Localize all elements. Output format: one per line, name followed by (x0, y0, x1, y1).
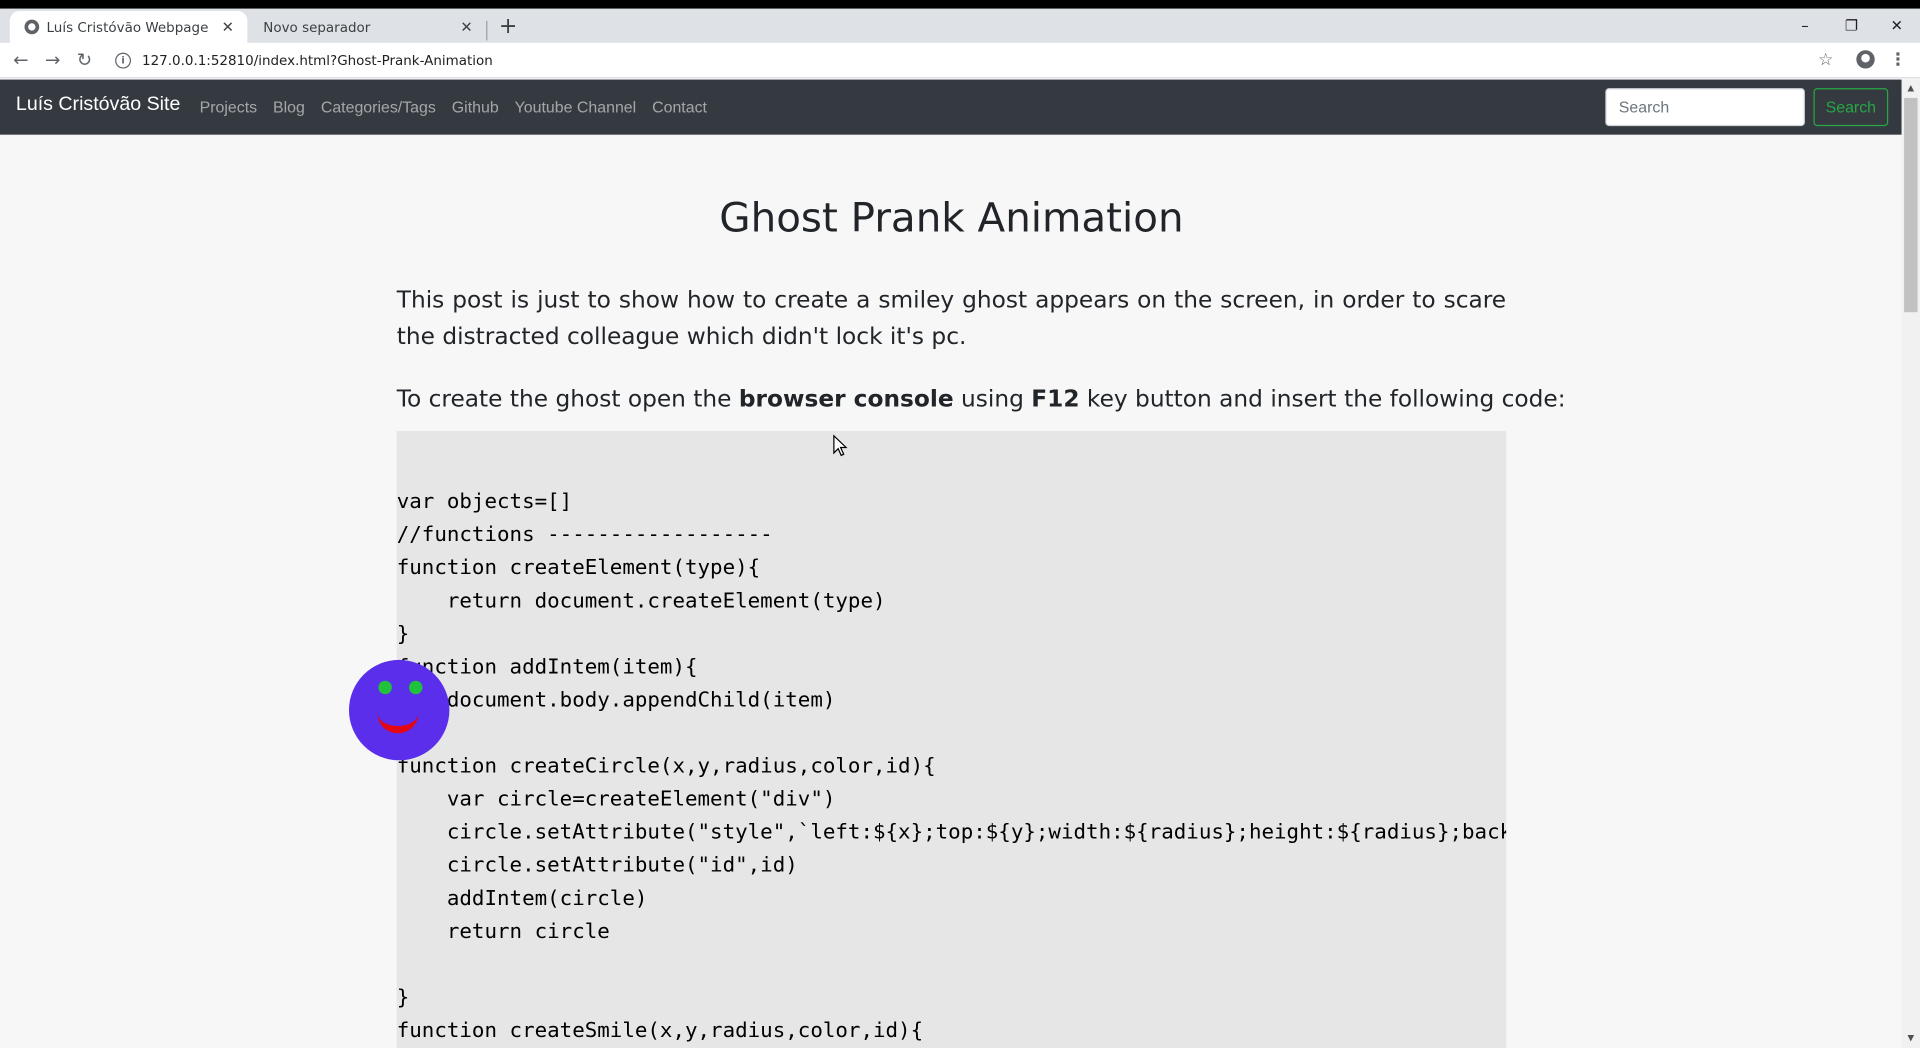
scroll-down-arrow-icon[interactable]: ▼ (1902, 1030, 1920, 1048)
browser-toolbar: ← → ↻ i 127.0.0.1:52810/index.html?Ghost… (0, 42, 1920, 79)
nav-github[interactable]: Github (452, 98, 499, 116)
search-input[interactable] (1605, 88, 1805, 127)
tab-divider (486, 20, 488, 41)
menu-kebab-icon[interactable]: ⋮ (1886, 48, 1910, 72)
tab-luis-webpage[interactable]: Luís Cristóvão Webpage ✕ (9, 11, 248, 43)
nav-contact[interactable]: Contact (652, 98, 707, 116)
tab-novo-separador[interactable]: Novo separador ✕ (249, 11, 487, 43)
search-button[interactable]: Search (1813, 88, 1889, 127)
scroll-thumb[interactable] (1904, 97, 1918, 313)
nav-youtube-channel[interactable]: Youtube Channel (515, 98, 637, 116)
browser-window: Luís Cristóvão Webpage ✕ Novo separador … (0, 0, 1920, 1048)
instruction-bold-console: browser console (738, 385, 954, 413)
tab-strip: Luís Cristóvão Webpage ✕ Novo separador … (0, 0, 1920, 43)
back-arrow-icon[interactable]: ← (9, 48, 33, 72)
smiley-ghost (348, 659, 450, 761)
instruction-prefix: To create the ghost open the (396, 385, 739, 413)
tab-title: Luís Cristóvão Webpage (46, 18, 209, 35)
new-tab-button[interactable]: + (496, 15, 520, 40)
code-text: var objects=[] //functions -------------… (396, 489, 1507, 1044)
site-navbar: Luís Cristóvão Site Projects Blog Catego… (0, 79, 1902, 135)
info-icon[interactable]: i (115, 52, 132, 68)
nav-categories-tags[interactable]: Categories/Tags (321, 98, 436, 116)
page-scrollbar[interactable]: ▲ ▼ (1901, 79, 1920, 1048)
globe-icon (24, 19, 40, 35)
url-text: 127.0.0.1:52810/index.html?Ghost-Prank-A… (142, 52, 493, 68)
address-bar[interactable]: i 127.0.0.1:52810/index.html?Ghost-Prank… (115, 48, 493, 72)
minimize-button[interactable]: – (1783, 13, 1827, 37)
close-window-button[interactable]: ✕ (1875, 13, 1919, 37)
article-intro: This post is just to show how to create … (396, 286, 1507, 351)
profile-avatar-icon[interactable] (1856, 50, 1875, 69)
instruction-suffix: key button and insert the following code… (1079, 385, 1566, 413)
restore-button[interactable]: ❐ (1829, 13, 1873, 37)
instruction-bold-key: F12 (1031, 385, 1080, 413)
forward-arrow-icon[interactable]: → (40, 48, 64, 72)
close-tab-icon[interactable]: ✕ (457, 18, 477, 35)
mouse-cursor-icon (833, 434, 848, 457)
instruction-mid: using (953, 385, 1032, 413)
ghost-right-eye (408, 680, 423, 695)
star-bookmark-icon[interactable]: ☆ (1813, 48, 1837, 72)
scroll-up-arrow-icon[interactable]: ▲ (1902, 80, 1920, 98)
ghost-smile (377, 713, 419, 734)
article-instruction: To create the ghost open the browser con… (396, 381, 1566, 418)
reload-icon[interactable]: ↻ (72, 48, 96, 72)
nav-blog[interactable]: Blog (273, 98, 305, 116)
site-brand[interactable]: Luís Cristóvão Site (16, 94, 180, 116)
ghost-left-eye (378, 680, 392, 695)
tab-title: Novo separador (263, 18, 371, 35)
article-title: Ghost Prank Animation (719, 193, 1184, 242)
close-tab-icon[interactable]: ✕ (218, 18, 238, 35)
nav-links: Projects Blog Categories/Tags Github You… (200, 98, 707, 116)
nav-projects[interactable]: Projects (200, 98, 258, 116)
code-block[interactable]: var objects=[] //functions -------------… (396, 430, 1507, 1048)
